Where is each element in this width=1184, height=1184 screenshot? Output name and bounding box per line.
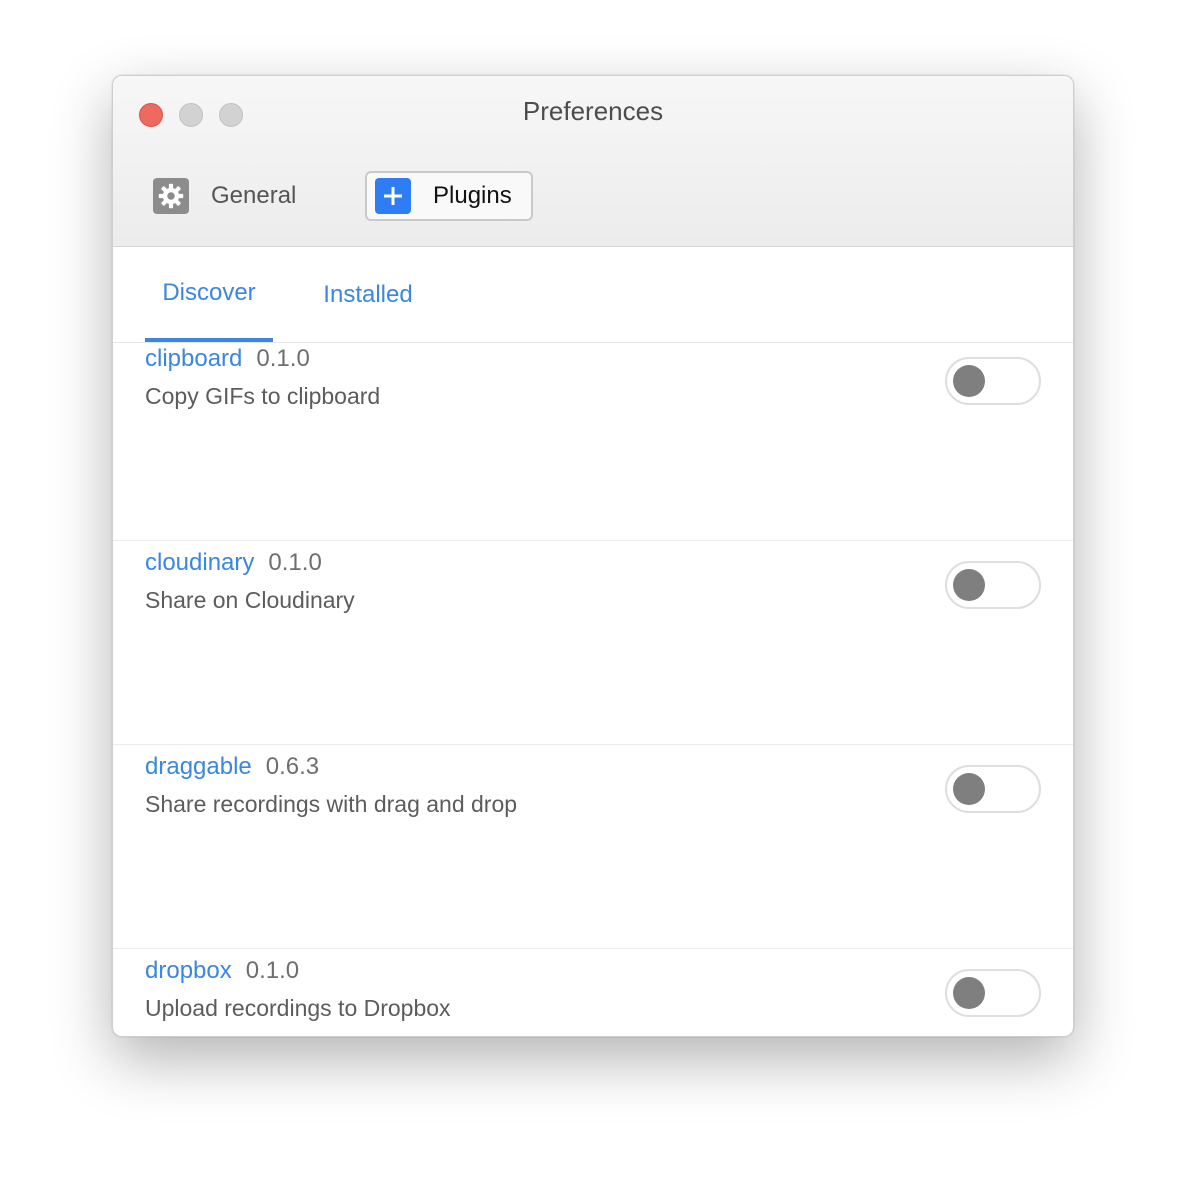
- plus-icon: [375, 178, 411, 214]
- plugin-row-cloudinary: cloudinary 0.1.0 Share on Cloudinary: [113, 541, 1073, 745]
- toggle-knob: [953, 569, 985, 601]
- preferences-window: Preferences General Plugins Discover Ins…: [112, 75, 1074, 1037]
- toggle-knob: [953, 773, 985, 805]
- titlebar: Preferences General Plugins: [113, 76, 1073, 247]
- plugin-toggle-clipboard[interactable]: [945, 357, 1041, 405]
- plugin-list: clipboard 0.1.0 Copy GIFs to clipboard cl…: [113, 343, 1073, 1036]
- plugins-toolbar-button[interactable]: Plugins: [365, 171, 533, 221]
- plugin-description: Share on Cloudinary: [145, 587, 355, 613]
- plugins-label: Plugins: [433, 182, 512, 209]
- plugin-row-clipboard: clipboard 0.1.0 Copy GIFs to clipboard: [113, 343, 1073, 541]
- toggle-knob: [953, 365, 985, 397]
- window-title: Preferences: [522, 96, 664, 126]
- plugin-header: clipboard 0.1.0: [145, 345, 310, 373]
- plugin-toggle-cloudinary[interactable]: [945, 561, 1041, 609]
- general-toolbar-button[interactable]: General: [143, 171, 306, 221]
- gear-icon: [153, 178, 189, 214]
- plugin-version: 0.1.0: [256, 345, 310, 372]
- plugin-version: 0.1.0: [268, 549, 322, 576]
- plugin-toggle-dropbox[interactable]: [945, 969, 1041, 1017]
- tab-discover[interactable]: Discover: [145, 247, 273, 342]
- plugin-name[interactable]: clipboard: [145, 345, 242, 372]
- plugin-header: dropbox 0.1.0: [145, 957, 299, 985]
- plugin-description: Upload recordings to Dropbox: [145, 995, 451, 1021]
- plugin-toggle-draggable[interactable]: [945, 765, 1041, 813]
- plugin-name[interactable]: dropbox: [145, 957, 232, 984]
- plugin-header: draggable 0.6.3: [145, 753, 319, 781]
- plugin-row-draggable: draggable 0.6.3 Share recordings with dra…: [113, 745, 1073, 949]
- tab-installed[interactable]: Installed: [303, 247, 433, 342]
- plugin-name[interactable]: draggable: [145, 753, 252, 780]
- general-label: General: [211, 182, 297, 209]
- plugin-description: Share recordings with drag and drop: [145, 791, 518, 817]
- toggle-knob: [953, 977, 985, 1009]
- plugin-version: 0.6.3: [265, 753, 320, 780]
- plugin-header: cloudinary 0.1.0: [145, 549, 322, 577]
- plugin-description: Copy GIFs to clipboard: [145, 383, 381, 409]
- plugin-version: 0.1.0: [245, 957, 300, 984]
- plugin-name[interactable]: cloudinary: [145, 549, 254, 576]
- tab-bar: Discover Installed: [113, 247, 1073, 343]
- plugin-row-dropbox: dropbox 0.1.0 Upload recordings to Dropbo…: [113, 949, 1073, 1036]
